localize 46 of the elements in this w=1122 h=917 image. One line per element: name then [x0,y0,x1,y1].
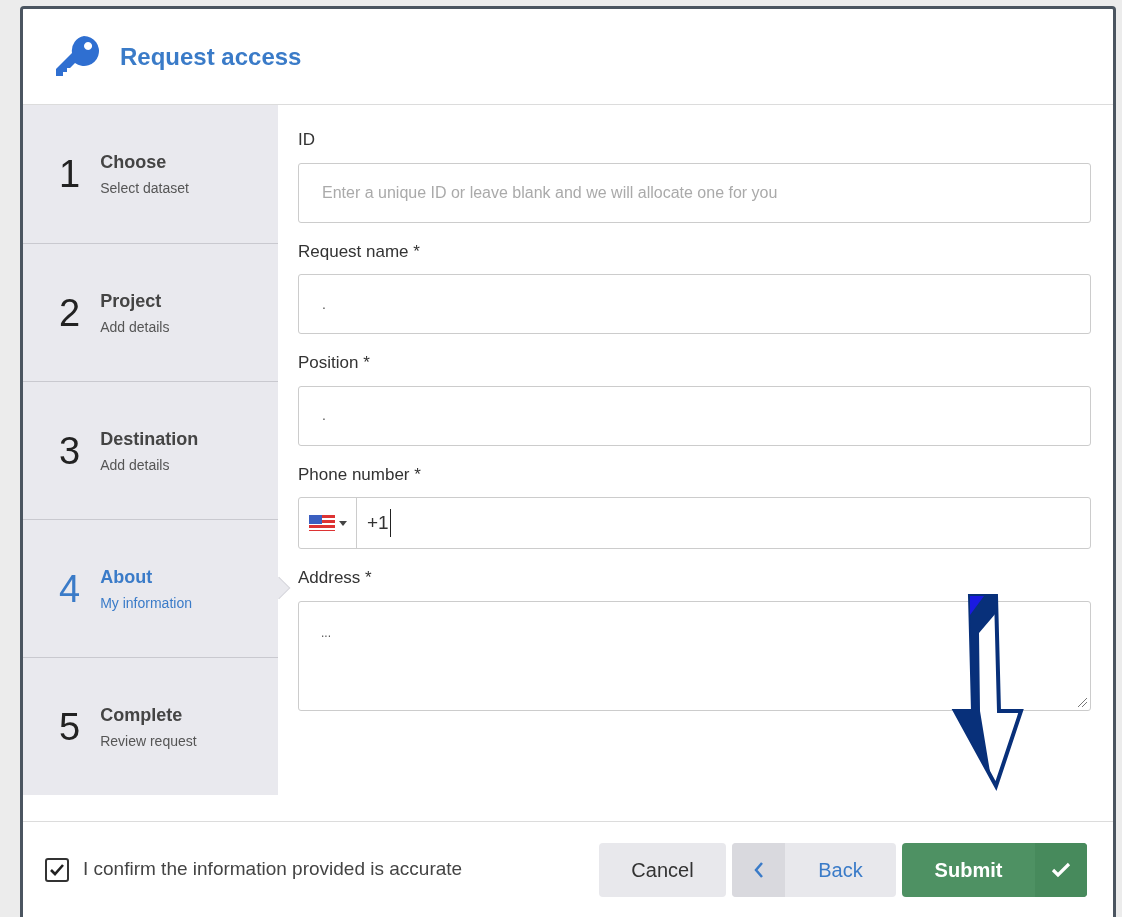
step-title: About [100,565,154,589]
step-title: Destination [100,427,199,451]
caret-icon [338,520,347,526]
step-subtitle: Add details [100,455,171,475]
step-title: Complete [100,703,184,727]
field-label: ID [298,129,316,151]
field-value: . [322,406,326,425]
confirm-checkbox[interactable] [45,857,69,882]
key-icon [56,35,100,78]
field-label: Address * [298,567,373,589]
address-field[interactable]: ... [298,600,1091,711]
step-tab[interactable]: 1 Choose Select dataset [23,105,278,243]
field-placeholder: Enter a unique ID or leave blank and we will allocate one for you [322,182,778,203]
text-field[interactable]: . [298,274,1091,334]
step-number: 3 [59,431,81,470]
field-label: Position * [298,352,371,374]
step-subtitle: Review request [100,731,197,751]
submit-button[interactable]: Submit [902,842,1087,897]
step-subtitle: Add details [100,317,170,337]
step-tab[interactable]: 3 Destination Add details [23,381,278,519]
field-value: . [322,294,326,314]
dialog-title: Request access [120,41,302,72]
step-subtitle: Select dataset [100,179,189,198]
flag-icon [308,515,335,531]
step-number: 5 [59,707,81,746]
check-icon [1051,861,1071,878]
step-subtitle: My information [100,593,192,613]
step-number: 2 [59,293,81,332]
resize-handle-icon[interactable] [1076,695,1088,708]
step-title: Project [100,289,163,313]
step-tab[interactable]: 2 Project Add details [23,243,278,381]
step-number: 4 [59,569,81,608]
check-icon [49,862,65,877]
step-number: 1 [59,155,81,193]
phone-value: +1 [357,508,391,538]
phone-field[interactable]: +1 [298,497,1091,549]
confirm-label: I confirm the information provided is accurate [83,857,463,882]
text-field[interactable]: . [298,385,1091,446]
chevron-left-icon [753,861,764,878]
field-label: Phone number * [298,463,422,486]
step-tab[interactable]: 5 Complete Review request [23,657,278,795]
field-label: Request name * [298,240,421,263]
step-title: Choose [100,151,168,174]
field-value: ... [321,625,331,640]
cancel-button[interactable]: Cancel [599,842,726,897]
back-button[interactable]: Back [732,842,896,897]
